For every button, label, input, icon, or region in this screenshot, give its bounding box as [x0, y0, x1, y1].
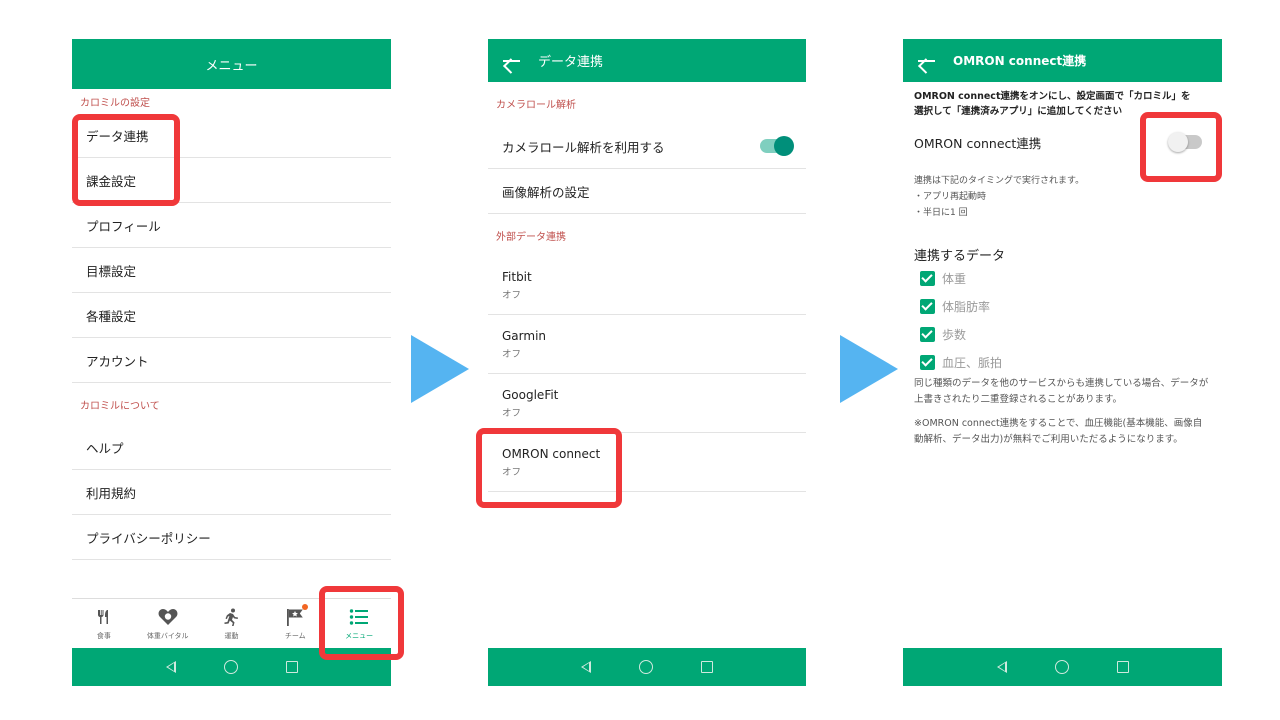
- nav-home-icon[interactable]: [223, 660, 238, 674]
- tab-label: チーム: [284, 632, 306, 640]
- menu-item-terms[interactable]: 利用規約: [72, 470, 391, 515]
- service-fitbit[interactable]: Fitbit オフ: [488, 256, 806, 315]
- nav-home-icon[interactable]: [1054, 660, 1069, 674]
- menu-item-help[interactable]: ヘルプ: [72, 425, 391, 470]
- tab-exercise[interactable]: 運動: [200, 599, 264, 648]
- app-bar: OMRON connect連携: [903, 39, 1222, 82]
- tab-label: 食事: [96, 632, 111, 640]
- system-nav-bar: [903, 648, 1222, 686]
- checkbox-weight[interactable]: 体重: [920, 264, 1210, 292]
- service-status: オフ: [502, 348, 522, 360]
- checkbox-steps[interactable]: 歩数: [920, 320, 1210, 348]
- section-header-camera: カメラロール解析: [496, 99, 576, 111]
- nav-back-icon[interactable]: [165, 661, 176, 673]
- running-icon: [222, 606, 240, 628]
- image-analysis-settings[interactable]: 画像解析の設定: [488, 169, 806, 214]
- nav-recent-icon[interactable]: [285, 661, 298, 673]
- nav-recent-icon[interactable]: [701, 661, 713, 673]
- app-bar: データ連携: [488, 39, 806, 82]
- system-nav-bar: [488, 648, 806, 686]
- timing-line: ・半日に1 回: [914, 208, 968, 218]
- timing-line: ・アプリ再起動時: [914, 192, 987, 202]
- highlight-omron-toggle: [1140, 112, 1222, 182]
- omron-benefit-note: ※OMRON connect連携をすることで、血圧機能(基本機能、画像自動解析、…: [914, 418, 1203, 445]
- nav-home-icon[interactable]: [639, 660, 653, 674]
- back-arrow-icon[interactable]: [915, 50, 937, 72]
- tab-label: 運動: [224, 632, 239, 640]
- menu-item-goals[interactable]: 目標設定: [72, 248, 391, 293]
- service-name: Fitbit: [502, 269, 532, 284]
- data-heading: 連携するデータ: [914, 249, 1006, 264]
- toggle-label: カメラロール解析を利用する: [502, 139, 665, 155]
- service-googlefit[interactable]: GoogleFit オフ: [488, 374, 806, 433]
- checkbox-label: 体重: [942, 271, 967, 286]
- page-title: メニュー: [205, 58, 258, 74]
- tab-meal[interactable]: 食事: [72, 599, 136, 648]
- section-header-about: カロミルについて: [80, 400, 160, 412]
- duplicate-data-note: 同じ種類のデータを他のサービスからも連携している場合、データが上書きされたり二重…: [914, 378, 1209, 405]
- nav-recent-icon[interactable]: [1116, 661, 1129, 673]
- fork-knife-icon: [95, 606, 113, 628]
- nav-back-icon[interactable]: [996, 661, 1007, 673]
- service-name: Garmin: [502, 328, 547, 343]
- checkbox-blood-pressure[interactable]: 血圧、脈拍: [920, 348, 1210, 376]
- page-title: OMRON connect連携: [953, 54, 1087, 68]
- arrow-right-icon: [840, 335, 898, 403]
- notification-dot: [302, 604, 309, 610]
- checkbox-checked-icon[interactable]: [920, 298, 935, 314]
- checkbox-checked-icon[interactable]: [920, 354, 935, 370]
- service-status: オフ: [502, 407, 522, 419]
- heart-scale-icon: [158, 606, 178, 628]
- menu-item-account[interactable]: アカウント: [72, 338, 391, 383]
- checkbox-label: 体脂肪率: [942, 299, 991, 314]
- arrow-right-icon: [411, 335, 469, 403]
- menu-item-settings[interactable]: 各種設定: [72, 293, 391, 338]
- section-header-external: 外部データ連携: [496, 231, 566, 243]
- checkbox-body-fat[interactable]: 体脂肪率: [920, 292, 1210, 320]
- service-garmin[interactable]: Garmin オフ: [488, 315, 806, 374]
- nav-back-icon[interactable]: [581, 661, 591, 673]
- tab-team[interactable]: チーム: [263, 599, 327, 648]
- highlight-data-link: [72, 114, 180, 206]
- checkbox-label: 歩数: [942, 327, 967, 342]
- checkbox-checked-icon[interactable]: [920, 270, 935, 286]
- camera-roll-toggle-row[interactable]: カメラロール解析を利用する: [488, 124, 806, 169]
- highlight-menu-tab: [319, 586, 404, 660]
- tab-label: 体重バイタル: [146, 632, 189, 640]
- toggle-label: OMRON connect連携: [914, 135, 1042, 151]
- menu-item-privacy[interactable]: プライバシーポリシー: [72, 515, 391, 560]
- checkbox-label: 血圧、脈拍: [942, 355, 1003, 370]
- tab-weight-vitals[interactable]: 体重バイタル: [136, 599, 200, 648]
- data-link-screen: データ連携 カメラロール解析 カメラロール解析を利用する 画像解析の設定 外部デ…: [488, 39, 806, 686]
- menu-item-profile[interactable]: プロフィール: [72, 203, 391, 248]
- app-bar: メニュー: [72, 39, 391, 89]
- page-title: データ連携: [538, 55, 604, 70]
- highlight-omron-connect: [476, 428, 622, 508]
- service-name: GoogleFit: [502, 387, 559, 402]
- back-arrow-icon[interactable]: [500, 50, 522, 72]
- service-status: オフ: [502, 289, 522, 301]
- intro-line-1: OMRON connect連携をオンにし、設定画面で「カロミル」を: [914, 91, 1191, 102]
- section-header-settings: カロミルの設定: [80, 97, 150, 109]
- checkbox-checked-icon[interactable]: [920, 326, 935, 342]
- camera-roll-toggle[interactable]: [760, 136, 794, 156]
